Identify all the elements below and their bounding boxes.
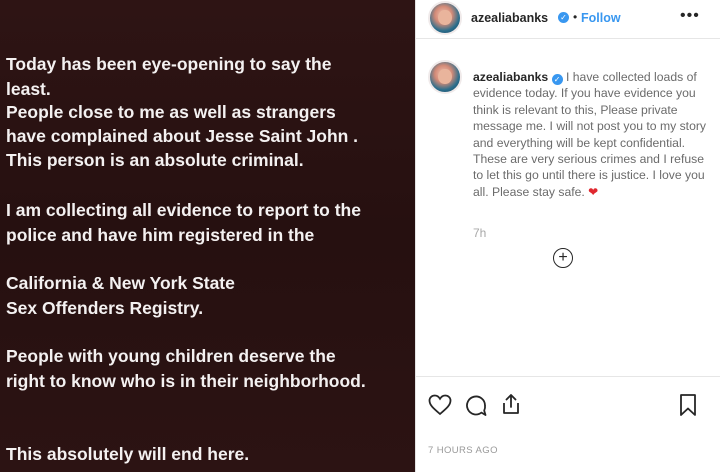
story-line: California & New York State <box>6 273 235 293</box>
heart-icon[interactable] <box>428 394 452 416</box>
separator-dot: • <box>573 10 578 24</box>
story-line: have complained about Jesse Saint John . <box>6 126 359 146</box>
story-line: I am collecting all evidence to report t… <box>6 200 361 220</box>
caption-avatar[interactable] <box>428 60 462 94</box>
red-heart-emoji-icon: ❤ <box>588 184 599 199</box>
load-more-comments-button[interactable]: + <box>553 248 573 268</box>
avatar-face <box>438 68 452 85</box>
verified-badge-icon: ✓ <box>558 12 569 23</box>
header-username[interactable]: azealiabanks <box>471 11 548 25</box>
bookmark-icon[interactable] <box>678 393 698 417</box>
post-caption: azealiabanks ✓ I have collected loads of… <box>473 69 713 200</box>
share-icon[interactable] <box>499 392 523 416</box>
post-image: Today has been eye-opening to say the le… <box>0 0 415 472</box>
story-line: Sex Offenders Registry. <box>6 298 204 318</box>
follow-button[interactable]: Follow <box>581 11 621 25</box>
post-date: 7 HOURS AGO <box>428 445 498 456</box>
story-line: People with young children deserve the <box>6 346 336 366</box>
story-line: police and have him registered in the <box>6 225 315 245</box>
post-sidebar: azealiabanks ✓ • Follow ••• azealiabanks… <box>415 0 720 472</box>
avatar-face <box>438 9 452 26</box>
story-line: least. <box>6 79 51 99</box>
story-line: right to know who is in their neighborho… <box>6 371 366 391</box>
caption-timestamp: 7h <box>473 226 487 240</box>
story-line: Today has been eye-opening to say the <box>6 54 332 74</box>
caption-text: I have collected loads of evidence today… <box>473 70 707 199</box>
caption-username[interactable]: azealiabanks <box>473 70 548 84</box>
story-line: This absolutely will end here. <box>6 444 250 464</box>
verified-badge-icon: ✓ <box>551 74 563 85</box>
story-line: This person is an absolute criminal. <box>6 150 304 170</box>
post-header: azealiabanks ✓ • Follow ••• <box>416 0 720 39</box>
post-actions: 7 HOURS AGO <box>416 376 720 473</box>
avatar[interactable] <box>428 1 462 35</box>
story-line: People close to me as well as strangers <box>6 102 336 122</box>
more-options-icon[interactable]: ••• <box>680 7 700 25</box>
comment-icon[interactable] <box>464 394 488 418</box>
